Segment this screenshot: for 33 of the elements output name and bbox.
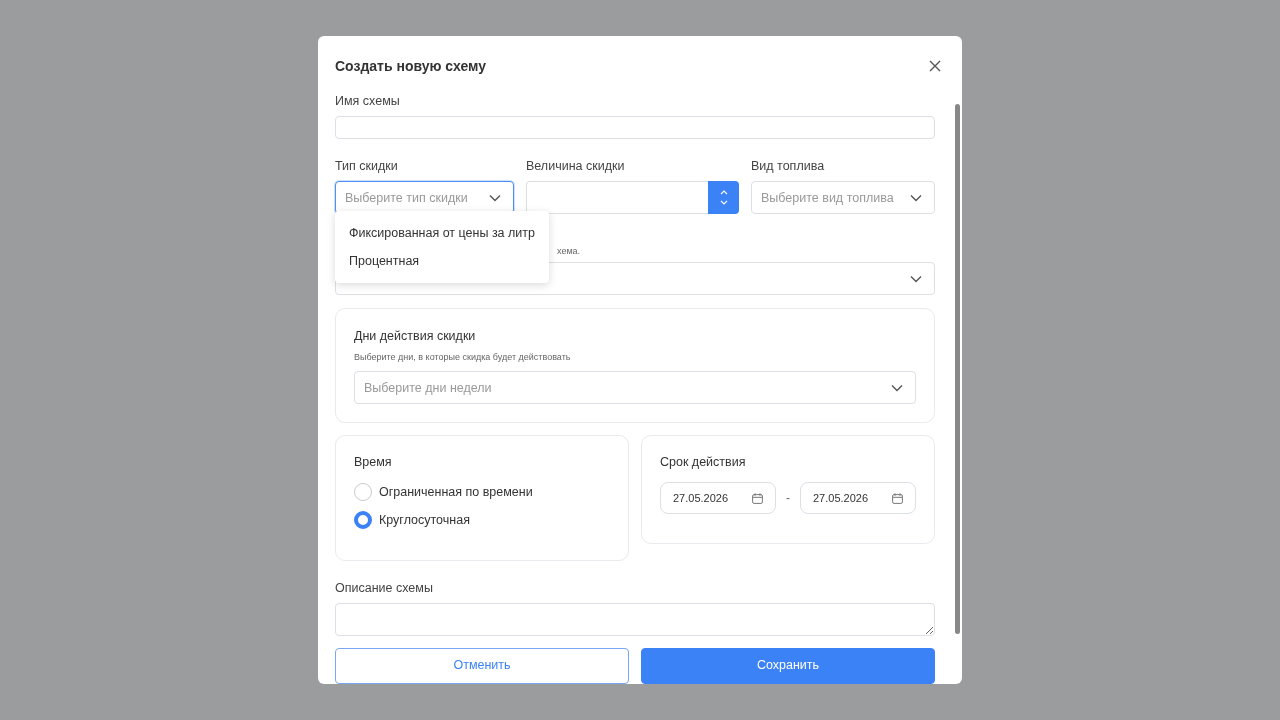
- field-hint: хема.: [556, 246, 582, 259]
- chevron-down-icon: [910, 274, 922, 283]
- chevron-down-icon: [719, 200, 728, 206]
- cancel-button[interactable]: Отменить: [335, 648, 629, 684]
- date-field[interactable]: 27.05.2026: [800, 482, 916, 515]
- dialog-title: Создать новую схему: [335, 58, 486, 74]
- dropdown-option[interactable]: Фиксированная от цены за литр: [335, 219, 549, 248]
- description-field[interactable]: [335, 603, 935, 636]
- chevron-down-icon: [910, 193, 922, 202]
- chevron-up-icon: [719, 190, 728, 196]
- field-label: Тип скидки: [335, 159, 399, 174]
- date-separator: -: [786, 491, 790, 506]
- radio-option[interactable]: Ограниченная по времени: [354, 483, 533, 502]
- chevron-down-icon: [891, 383, 903, 392]
- section-title: Дни действия скидки: [354, 329, 477, 344]
- discount-value-field[interactable]: [526, 181, 708, 215]
- stepper-button[interactable]: [708, 181, 739, 215]
- field-label: Имя схемы: [335, 94, 401, 108]
- section-title: Срок действия: [660, 455, 747, 470]
- calendar-icon: [752, 492, 763, 504]
- dropdown-option[interactable]: Процентная: [335, 247, 549, 276]
- field-label: Величина скидки: [526, 159, 626, 174]
- field-label: Описание схемы: [335, 581, 434, 596]
- save-button[interactable]: Сохранить: [641, 648, 935, 684]
- radio-option[interactable]: Круглосуточная: [354, 511, 470, 530]
- close-button[interactable]: [928, 59, 942, 73]
- chevron-down-icon: [489, 193, 501, 202]
- field-label: Вид топлива: [751, 159, 826, 174]
- date-field[interactable]: 27.05.2026: [660, 482, 776, 515]
- calendar-icon: [892, 492, 903, 504]
- scheme-name-field[interactable]: [335, 116, 935, 140]
- section-hint: Выберите дни, в которые скидка будет действовать: [354, 352, 572, 363]
- section-title: Время: [354, 455, 393, 470]
